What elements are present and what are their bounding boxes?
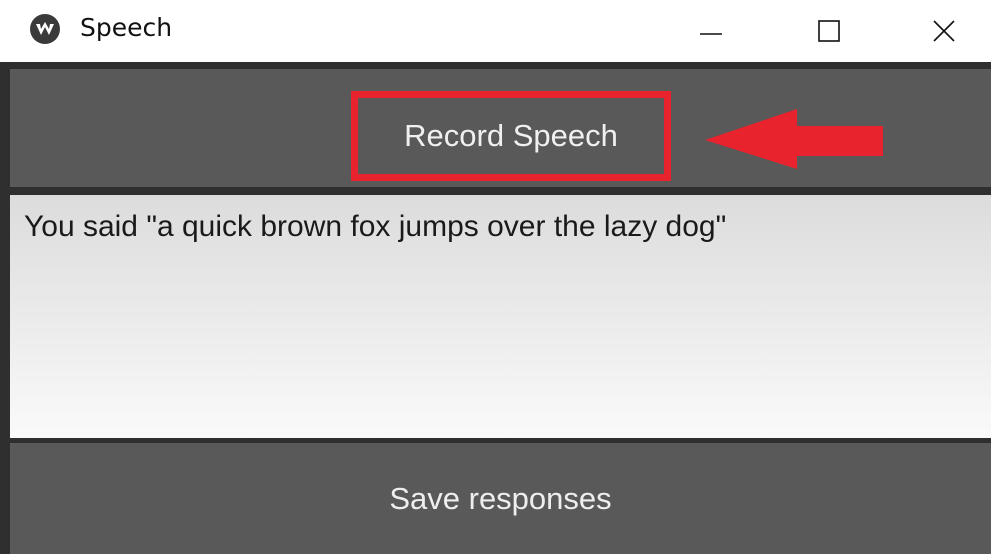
app-content: Record Speech You said "a quick brown fo… <box>0 62 991 554</box>
minimize-button[interactable] <box>672 0 752 62</box>
save-responses-label: Save responses <box>389 481 612 516</box>
speech-output-panel: You said "a quick brown fox jumps over t… <box>10 195 991 438</box>
record-speech-button[interactable]: Record Speech <box>10 69 991 187</box>
app-window: Speech Record Speech You said "a quick b… <box>0 0 991 554</box>
close-icon <box>933 20 955 42</box>
save-responses-button[interactable]: Save responses <box>10 443 991 554</box>
annotation-highlight-box <box>351 91 671 181</box>
close-button[interactable] <box>905 0 985 62</box>
speech-output-text: You said "a quick brown fox jumps over t… <box>24 210 727 243</box>
app-logo-icon <box>30 14 60 44</box>
minimize-icon <box>700 33 722 35</box>
title-bar[interactable]: Speech <box>0 0 991 62</box>
left-arrow-icon <box>705 109 883 169</box>
maximize-icon <box>818 20 840 42</box>
window-title: Speech <box>80 13 173 42</box>
maximize-button[interactable] <box>790 0 870 62</box>
